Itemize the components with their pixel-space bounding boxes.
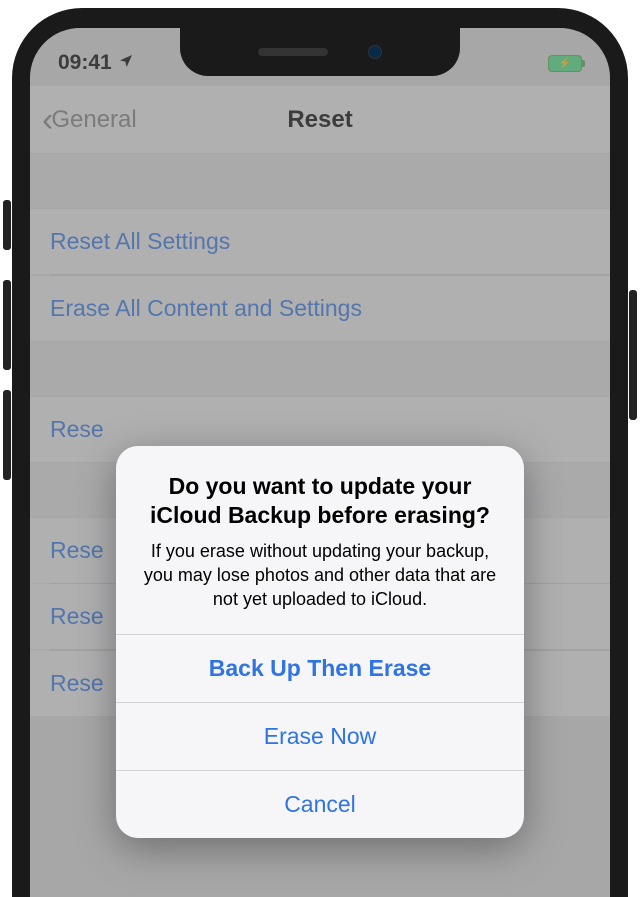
cancel-button[interactable]: Cancel (116, 770, 524, 838)
row-reset-all-settings[interactable]: Reset All Settings (30, 208, 610, 274)
phone-volume-down (3, 390, 11, 480)
phone-mute-switch (3, 200, 11, 250)
erase-now-button[interactable]: Erase Now (116, 702, 524, 770)
battery-icon: ⚡ (548, 55, 582, 72)
alert-dialog: Do you want to update your iCloud Backup… (116, 446, 524, 838)
alert-message: If you erase without updating your backu… (140, 539, 500, 612)
front-camera (368, 45, 382, 59)
row-erase-all-content[interactable]: Erase All Content and Settings (30, 276, 610, 342)
alert-body: Do you want to update your iCloud Backup… (116, 446, 524, 634)
phone-power-button (629, 290, 637, 420)
phone-frame: 09:41 ⚡ ‹ General Reset Reset All Settin… (12, 8, 628, 897)
speaker-grille (258, 48, 328, 56)
backup-then-erase-button[interactable]: Back Up Then Erase (116, 634, 524, 702)
nav-bar: ‹ General Reset (30, 86, 610, 154)
location-icon (118, 51, 134, 75)
alert-title: Do you want to update your iCloud Backup… (140, 472, 500, 531)
notch (180, 28, 460, 76)
screen: 09:41 ⚡ ‹ General Reset Reset All Settin… (30, 28, 610, 897)
status-time: 09:41 (58, 51, 112, 75)
list-gap (30, 154, 610, 208)
page-title: Reset (30, 106, 610, 134)
phone-volume-up (3, 280, 11, 370)
list-gap (30, 342, 610, 396)
